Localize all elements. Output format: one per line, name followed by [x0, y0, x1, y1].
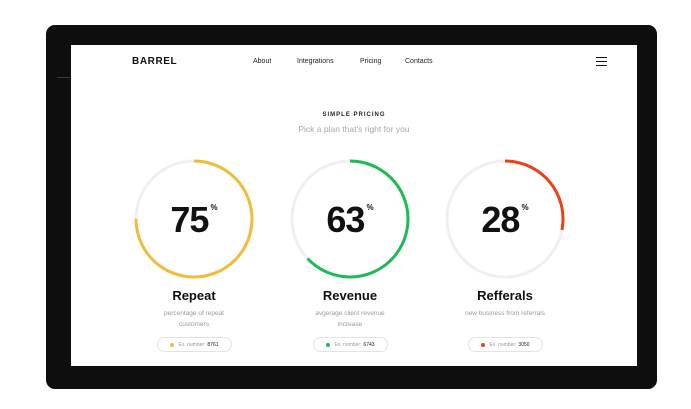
stat-card-revenue: 63% Revenue avgerage client revenue incr… — [287, 159, 413, 359]
stat-card-referrals: 28% Refferals new business from referral… — [442, 159, 568, 359]
hamburger-menu-icon[interactable] — [596, 57, 607, 67]
stat-title: Revenue — [322, 288, 378, 303]
stat-description: avgerage client revenue increase — [315, 310, 385, 328]
nav-link-pricing[interactable]: Pricing — [360, 58, 381, 65]
status-dot-icon — [170, 342, 175, 347]
brand-logo[interactable]: BARREL — [132, 56, 177, 67]
nav-link-contacts[interactable]: Contacts — [405, 58, 433, 65]
stat-title: Refferals — [477, 288, 533, 303]
nav-link-about[interactable]: About — [253, 58, 271, 65]
status-dot-icon — [481, 342, 486, 347]
section-subtitle: Pick a plan that's right for you — [298, 124, 410, 134]
stat-card-repeat: 75% Repeat percentage of repeat customer… — [131, 159, 257, 359]
nav-link-integrations[interactable]: Integrations — [297, 58, 334, 65]
example-number-pill: Ex. number: 3050 — [468, 337, 543, 352]
stat-title: Repeat — [172, 288, 216, 303]
status-dot-icon — [326, 342, 331, 347]
app-screen: BARREL About Integrations Pricing Contac… — [71, 45, 637, 366]
navbar: BARREL About Integrations Pricing Contac… — [71, 45, 637, 79]
stat-percent: 75% — [170, 199, 218, 240]
section-eyebrow: SIMPLE PRICING — [322, 112, 386, 118]
example-number-pill: Ex. number: 8761 — [157, 337, 232, 352]
frame-divider — [57, 77, 71, 78]
stat-description: percentage of repeat customers — [164, 310, 224, 328]
stat-description: new business from referrals — [465, 310, 545, 317]
stat-percent: 63% — [326, 199, 374, 240]
example-number-pill: Ex. number: 6743 — [313, 337, 388, 352]
stat-percent: 28% — [481, 199, 529, 240]
